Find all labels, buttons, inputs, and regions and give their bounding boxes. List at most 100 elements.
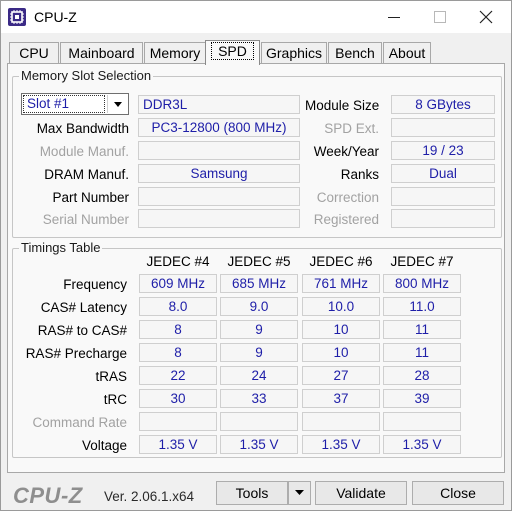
tab-about[interactable]: About xyxy=(383,42,431,64)
timing-cell: 8 xyxy=(139,343,217,362)
timing-cell: 1.35 V xyxy=(139,435,217,454)
cpuz-logo: CPU-Z xyxy=(13,483,83,508)
timing-cell xyxy=(139,412,217,431)
module-manuf-field xyxy=(138,141,300,160)
timings-group: Timings Table JEDEC #4 JEDEC #5 JEDEC #6… xyxy=(12,240,502,458)
timings-col-header: JEDEC #7 xyxy=(390,254,454,269)
timing-cell xyxy=(220,412,298,431)
week-year-field: 19 / 23 xyxy=(391,141,495,160)
tras-label: tRAS xyxy=(95,369,127,384)
timing-cell: 10 xyxy=(302,320,380,339)
timing-cell: 9.0 xyxy=(220,297,298,316)
cas-latency-label: CAS# Latency xyxy=(40,300,127,315)
tab-spd[interactable]: SPD xyxy=(205,40,260,65)
cpuz-window: CPU-Z CPU Mainboard Memory SPD Graphics … xyxy=(0,0,512,511)
correction-label: Correction xyxy=(316,190,379,205)
correction-field xyxy=(391,187,495,206)
minimize-icon xyxy=(388,17,400,18)
frequency-label: Frequency xyxy=(63,277,127,292)
close-window-button[interactable] xyxy=(463,1,509,33)
module-manuf-label: Module Manuf. xyxy=(39,144,129,159)
tab-memory[interactable]: Memory xyxy=(144,42,206,64)
timing-cell: 609 MHz xyxy=(139,274,217,293)
close-icon xyxy=(479,10,493,24)
timing-cell: 37 xyxy=(302,389,380,408)
timing-cell: 685 MHz xyxy=(220,274,298,293)
tools-dropdown-button[interactable] xyxy=(288,481,311,505)
memory-slot-group: Memory Slot Selection Slot #1 DDR3L Modu… xyxy=(12,68,502,238)
memory-slot-title: Memory Slot Selection xyxy=(19,68,154,83)
timing-cell: 30 xyxy=(139,389,217,408)
timing-cell: 10 xyxy=(302,343,380,362)
timing-cell: 11 xyxy=(383,343,461,362)
timing-cell: 28 xyxy=(383,366,461,385)
ranks-label: Ranks xyxy=(340,167,379,182)
ras-to-cas-label: RAS# to CAS# xyxy=(37,323,127,338)
close-button[interactable]: Close xyxy=(412,481,504,505)
chevron-down-icon xyxy=(295,490,304,495)
maximize-button[interactable] xyxy=(417,1,463,33)
timing-cell: 1.35 V xyxy=(383,435,461,454)
memory-type-field: DDR3L xyxy=(138,95,300,114)
timing-cell: 9 xyxy=(220,320,298,339)
ras-precharge-label: RAS# Precharge xyxy=(25,346,127,361)
timing-cell: 22 xyxy=(139,366,217,385)
week-year-label: Week/Year xyxy=(313,144,379,159)
timing-cell: 800 MHz xyxy=(383,274,461,293)
tab-cpu[interactable]: CPU xyxy=(9,42,59,64)
dram-manuf-label: DRAM Manuf. xyxy=(44,167,129,182)
timing-cell: 24 xyxy=(220,366,298,385)
max-bandwidth-label: Max Bandwidth xyxy=(36,121,129,136)
maximize-icon xyxy=(434,11,446,23)
minimize-button[interactable] xyxy=(371,1,417,33)
timing-cell: 9 xyxy=(220,343,298,362)
validate-button[interactable]: Validate xyxy=(315,481,407,505)
title-bar: CPU-Z xyxy=(1,1,511,33)
tab-bench[interactable]: Bench xyxy=(328,42,382,64)
registered-label: Registered xyxy=(313,212,379,227)
command-rate-label: Command Rate xyxy=(32,415,127,430)
version-text: Ver. 2.06.1.x64 xyxy=(104,489,195,504)
serial-number-field xyxy=(138,209,300,228)
slot-select[interactable]: Slot #1 xyxy=(21,93,129,115)
tools-button[interactable]: Tools xyxy=(216,481,288,505)
timings-col-header: JEDEC #4 xyxy=(146,254,210,269)
ranks-field: Dual xyxy=(391,164,495,183)
timing-cell xyxy=(302,412,380,431)
tab-graphics[interactable]: Graphics xyxy=(261,42,327,64)
timing-cell: 1.35 V xyxy=(220,435,298,454)
max-bandwidth-field: PC3-12800 (800 MHz) xyxy=(138,118,300,137)
spd-ext-field xyxy=(391,118,495,137)
spd-panel: Memory Slot Selection Slot #1 DDR3L Modu… xyxy=(7,63,505,473)
voltage-label: Voltage xyxy=(81,438,127,453)
timing-cell xyxy=(383,412,461,431)
trc-label: tRC xyxy=(103,392,127,407)
timing-cell: 33 xyxy=(220,389,298,408)
spd-ext-label: SPD Ext. xyxy=(324,121,379,136)
tab-mainboard[interactable]: Mainboard xyxy=(60,42,143,64)
dram-manuf-field: Samsung xyxy=(138,164,300,183)
chevron-down-icon xyxy=(114,102,122,107)
timings-col-header: JEDEC #5 xyxy=(227,254,291,269)
window-title: CPU-Z xyxy=(34,9,77,25)
part-number-field xyxy=(138,187,300,206)
timing-cell: 8.0 xyxy=(139,297,217,316)
timing-cell: 8 xyxy=(139,320,217,339)
part-number-label: Part Number xyxy=(52,190,129,205)
timing-cell: 11 xyxy=(383,320,461,339)
registered-field xyxy=(391,209,495,228)
slot-select-value: Slot #1 xyxy=(23,95,105,113)
cpuz-app-icon xyxy=(8,8,26,26)
timings-title: Timings Table xyxy=(19,240,103,255)
serial-number-label: Serial Number xyxy=(42,212,129,227)
dropdown-arrow[interactable] xyxy=(107,95,127,113)
timing-cell: 761 MHz xyxy=(302,274,380,293)
timing-cell: 10.0 xyxy=(302,297,380,316)
timing-cell: 27 xyxy=(302,366,380,385)
module-size-field: 8 GBytes xyxy=(391,95,495,114)
timing-cell: 11.0 xyxy=(383,297,461,316)
timings-col-header: JEDEC #6 xyxy=(309,254,373,269)
module-size-label: Module Size xyxy=(305,98,380,113)
timing-cell: 1.35 V xyxy=(302,435,380,454)
timing-cell: 39 xyxy=(383,389,461,408)
